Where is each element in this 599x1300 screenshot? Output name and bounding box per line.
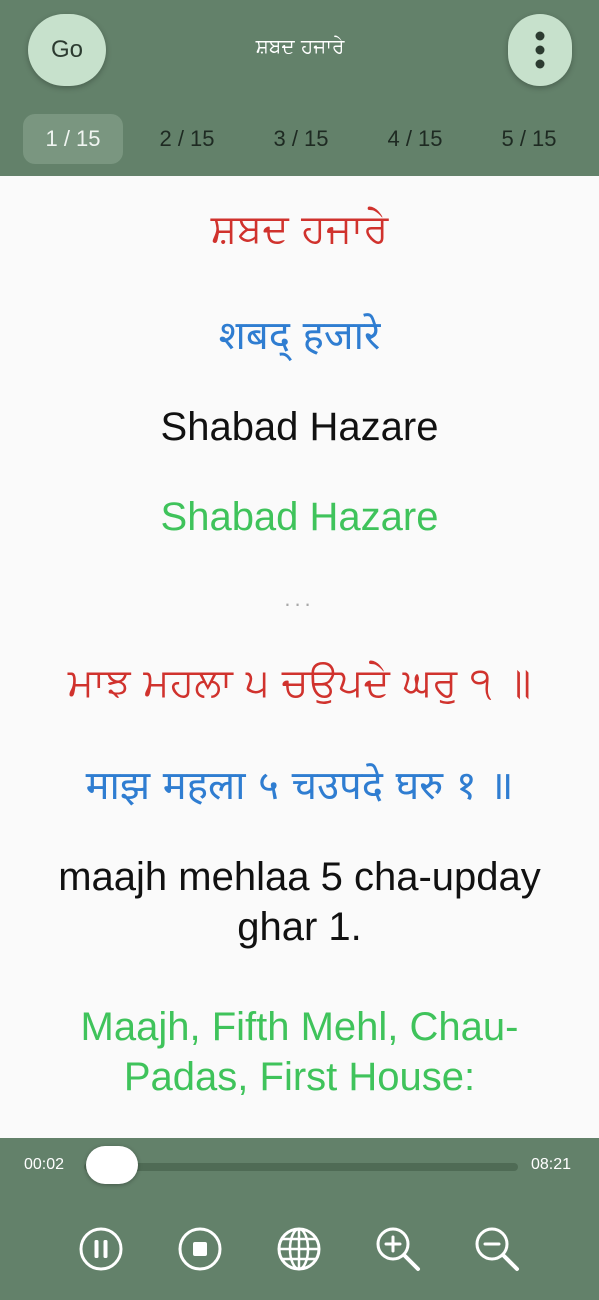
verse-translation: Maajh, Fifth Mehl, Chau-Padas, First Hou…	[80, 1005, 519, 1099]
total-duration: 08:21	[531, 1156, 572, 1173]
zoom-out-icon	[475, 1227, 519, 1271]
language-button[interactable]	[272, 1222, 326, 1276]
pause-icon	[79, 1227, 123, 1271]
stop-button[interactable]	[173, 1222, 227, 1276]
top-bar: Go ਸ਼ਬਦ ਹਜਾਰੇ 1 / 15 2 / 15 3 / 15 4 / 1…	[0, 0, 599, 176]
pause-button[interactable]	[74, 1222, 128, 1276]
seek-thumb[interactable]	[85, 1146, 138, 1184]
page-title: ਸ਼ਬਦ ਹਜਾਰੇ	[255, 34, 345, 58]
shabad-content[interactable]: ਸ਼ਬਦ ਹਜਾਰੇ शबद् हजारे Shabad Hazare Shab…	[0, 176, 599, 1138]
heading-gurmukhi: ਸ਼ਬਦ ਹਜਾਰੇ	[210, 206, 389, 252]
tab-page-4[interactable]: 4 / 15	[365, 114, 465, 164]
page-tabs: 1 / 15 2 / 15 3 / 15 4 / 15 5 / 15	[0, 114, 599, 166]
verse-gurmukhi: ਮਾਝ ਮਹਲਾ ੫ ਚਉਪਦੇ ਘਰੁ ੧ ॥	[67, 660, 532, 706]
stop-icon	[178, 1227, 222, 1271]
heading-devanagari: शबद् हजारे	[218, 313, 381, 359]
verse-transliteration: maajh mehlaa 5 cha-upday ghar 1.	[58, 855, 541, 949]
heading-translation: Shabad Hazare	[160, 495, 439, 539]
go-button[interactable]: Go	[28, 14, 106, 86]
more-menu-button[interactable]	[508, 14, 572, 86]
tab-page-1[interactable]: 1 / 15	[23, 114, 123, 164]
seek-track[interactable]	[84, 1163, 518, 1171]
more-vertical-icon	[535, 31, 545, 69]
tab-page-2[interactable]: 2 / 15	[137, 114, 237, 164]
verse-devanagari: माझ महला ५ चउपदे घरु १ ॥	[85, 763, 514, 809]
zoom-out-button[interactable]	[470, 1222, 524, 1276]
tab-page-5[interactable]: 5 / 15	[479, 114, 579, 164]
section-separator: ...	[284, 586, 315, 611]
heading-transliteration: Shabad Hazare	[160, 405, 439, 449]
zoom-in-button[interactable]	[371, 1222, 425, 1276]
elapsed-time: 00:02	[24, 1156, 65, 1173]
globe-icon	[277, 1227, 321, 1271]
zoom-in-icon	[376, 1227, 420, 1271]
tab-page-3[interactable]: 3 / 15	[251, 114, 351, 164]
audio-player: 00:02 08:21	[0, 1138, 599, 1300]
